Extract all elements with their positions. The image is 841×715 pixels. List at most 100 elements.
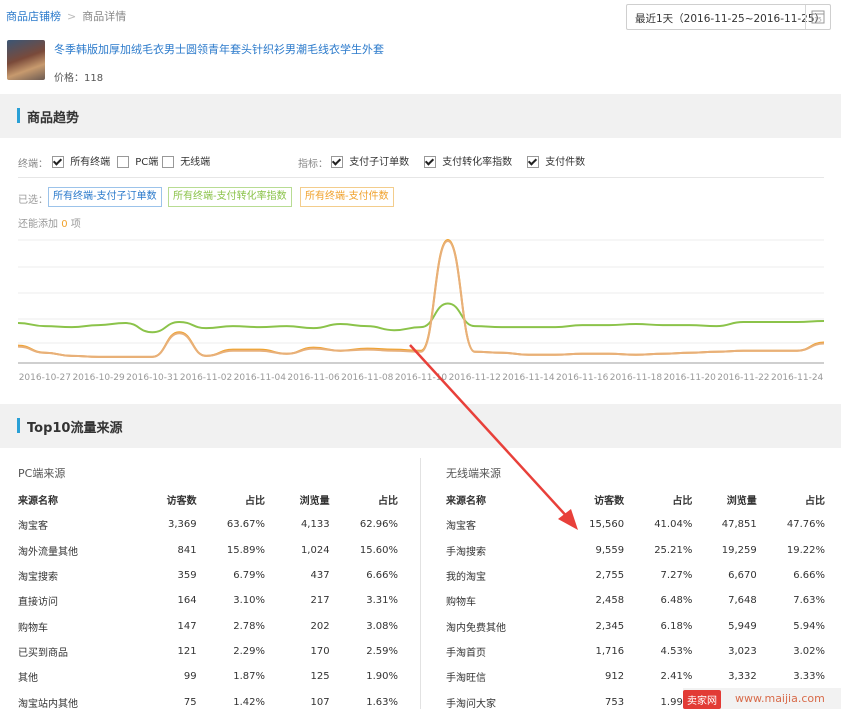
table-row: 手淘旺信 912 2.41% 3,332 3.33% bbox=[446, 664, 825, 689]
x-tick-label: 2016-10-29 bbox=[72, 373, 125, 383]
trend-section-header: 商品趋势 bbox=[0, 94, 841, 138]
checkbox-unchecked-icon[interactable] bbox=[117, 156, 129, 168]
value-cell: 15.89% bbox=[226, 544, 265, 556]
value-cell: 3,332 bbox=[728, 671, 757, 683]
selected-tag-sub-orders[interactable]: 所有终端-支付子订单数 bbox=[48, 187, 162, 207]
metric-option-pieces[interactable]: 支付件数 bbox=[527, 153, 585, 168]
svg-text:15: 15 bbox=[814, 17, 822, 24]
value-cell: 47.76% bbox=[786, 519, 825, 531]
value-cell: 437 bbox=[310, 570, 330, 582]
table-row: 淘内免费其他 2,345 6.18% 5,949 5.94% bbox=[446, 613, 825, 638]
value-cell: 170 bbox=[310, 645, 330, 657]
breadcrumb-parent-link[interactable]: 商品店铺榜 bbox=[6, 10, 61, 23]
metric-filter-label: 指标： bbox=[298, 159, 328, 170]
column-header: 占比 bbox=[244, 496, 265, 508]
table-header-row: 来源名称 访客数 占比 浏览量 占比 bbox=[18, 487, 398, 512]
product-title-link[interactable]: 冬季韩版加厚加绒毛衣男士圆领青年套头针织衫男潮毛线衣学生外套 bbox=[54, 41, 384, 57]
filter-divider bbox=[18, 177, 824, 178]
value-cell: 125 bbox=[310, 671, 330, 683]
source-name-cell: 淘内免费其他 bbox=[446, 622, 506, 634]
mobile-sources-title: 无线端来源 bbox=[446, 467, 501, 480]
source-name-cell: 手淘首页 bbox=[446, 647, 486, 659]
value-cell: 2.59% bbox=[366, 645, 398, 657]
table-row: 已买到商品 121 2.29% 170 2.59% bbox=[18, 639, 398, 664]
value-cell: 41.04% bbox=[654, 519, 693, 531]
series-line-0 bbox=[17, 302, 825, 334]
pc-sources-table: 来源名称 访客数 占比 浏览量 占比 淘宝客 3,369 63.67% 4,133 62.96% 淘… bbox=[18, 487, 398, 715]
x-tick-label: 2016-11-04 bbox=[234, 373, 287, 383]
value-cell: 3.31% bbox=[366, 595, 398, 607]
column-header: 访客数 bbox=[594, 496, 625, 508]
value-cell: 47,851 bbox=[721, 519, 757, 531]
table-row: 淘宝站内其他 75 1.42% 107 1.63% bbox=[18, 689, 398, 714]
metric-option-conversion[interactable]: 支付转化率指数 bbox=[424, 153, 512, 168]
checkbox-checked-icon[interactable] bbox=[52, 156, 64, 168]
calendar-icon[interactable]: 15 bbox=[805, 5, 830, 29]
source-name-cell: 手淘问大家 bbox=[446, 698, 496, 710]
value-cell: 164 bbox=[177, 595, 197, 607]
product-thumbnail[interactable] bbox=[7, 40, 45, 80]
checkbox-unchecked-icon[interactable] bbox=[162, 156, 174, 168]
metric-option-sub-orders[interactable]: 支付子订单数 bbox=[331, 153, 409, 168]
value-cell: 3.10% bbox=[233, 595, 265, 607]
table-row: 淘宝客 3,369 63.67% 4,133 62.96% bbox=[18, 512, 398, 537]
terminal-filter-label: 终端： bbox=[18, 159, 48, 170]
trend-line-chart[interactable]: 2016-10-27 2016-10-29 2016-10-31 2016-11-02… bbox=[0, 235, 841, 385]
column-header: 来源名称 bbox=[18, 496, 58, 508]
x-tick-label: 2016-11-24 bbox=[771, 373, 824, 383]
value-cell: 99 bbox=[183, 671, 197, 683]
x-tick-label: 2016-11-20 bbox=[664, 373, 717, 383]
value-cell: 6.66% bbox=[366, 570, 398, 582]
selected-tag-pieces[interactable]: 所有终端-支付件数 bbox=[300, 187, 394, 207]
column-divider bbox=[420, 458, 421, 709]
value-cell: 121 bbox=[177, 645, 197, 657]
value-cell: 2.78% bbox=[233, 620, 265, 632]
source-name-cell: 其他 bbox=[18, 673, 38, 685]
selected-tag-conversion[interactable]: 所有终端-支付转化率指数 bbox=[168, 187, 292, 207]
value-cell: 217 bbox=[310, 595, 330, 607]
value-cell: 6.66% bbox=[793, 570, 825, 582]
table-row: 我的淘宝 2,755 7.27% 6,670 6.66% bbox=[446, 563, 825, 588]
x-tick-label: 2016-10-27 bbox=[19, 373, 71, 383]
checkbox-checked-icon[interactable] bbox=[527, 156, 539, 168]
terminal-option-pc[interactable]: PC端 bbox=[117, 153, 158, 168]
checkbox-checked-icon[interactable] bbox=[331, 156, 343, 168]
value-cell: 1.63% bbox=[366, 696, 398, 708]
terminal-option-all[interactable]: 所有终端 bbox=[52, 153, 110, 168]
column-header: 浏览量 bbox=[299, 496, 330, 508]
value-cell: 1,716 bbox=[595, 645, 625, 657]
metric-option-label: 支付转化率指数 bbox=[442, 157, 513, 168]
table-row: 淘宝搜索 359 6.79% 437 6.66% bbox=[18, 563, 398, 588]
table-row: 购物车 147 2.78% 202 3.08% bbox=[18, 613, 398, 638]
date-range-picker[interactable]: 最近1天（2016-11-25~2016-11-25） 15 bbox=[626, 4, 831, 30]
source-name-cell: 购物车 bbox=[446, 597, 476, 609]
checkbox-checked-icon[interactable] bbox=[424, 156, 436, 168]
product-price: 价格：118 bbox=[54, 73, 104, 84]
value-cell: 6,670 bbox=[728, 570, 757, 582]
pc-sources-title: PC端来源 bbox=[18, 467, 66, 480]
table-row: 淘宝客 15,560 41.04% 47,851 47.76% bbox=[446, 512, 825, 537]
breadcrumb: 商品店铺榜 > 商品详情 bbox=[6, 8, 126, 24]
metric-option-label: 支付件数 bbox=[545, 157, 586, 168]
value-cell: 5.94% bbox=[793, 620, 825, 632]
terminal-option-mobile[interactable]: 无线端 bbox=[162, 153, 210, 168]
metric-option-label: 支付子订单数 bbox=[349, 157, 410, 168]
series-line-1 bbox=[17, 238, 825, 358]
value-cell: 1.90% bbox=[366, 671, 398, 683]
watermark: 卖家网 www.maijia.com bbox=[683, 688, 841, 709]
column-header: 占比 bbox=[805, 496, 825, 508]
table-row: 直接访问 164 3.10% 217 3.31% bbox=[18, 588, 398, 613]
value-cell: 15.60% bbox=[359, 544, 398, 556]
value-cell: 912 bbox=[605, 671, 625, 683]
value-cell: 15,560 bbox=[589, 519, 625, 531]
value-cell: 147 bbox=[177, 620, 197, 632]
value-cell: 2,755 bbox=[595, 570, 625, 582]
x-tick-label: 2016-11-10 bbox=[395, 373, 448, 383]
source-name-cell: 购物车 bbox=[18, 622, 48, 634]
table-header-row: 来源名称 访客数 占比 浏览量 占比 bbox=[446, 487, 825, 512]
top10-section-header: Top10流量来源 bbox=[0, 404, 841, 448]
watermark-badge: 卖家网 bbox=[683, 690, 721, 709]
value-cell: 1,024 bbox=[300, 544, 330, 556]
value-cell: 6.79% bbox=[233, 570, 265, 582]
breadcrumb-current: 商品详情 bbox=[82, 10, 127, 23]
